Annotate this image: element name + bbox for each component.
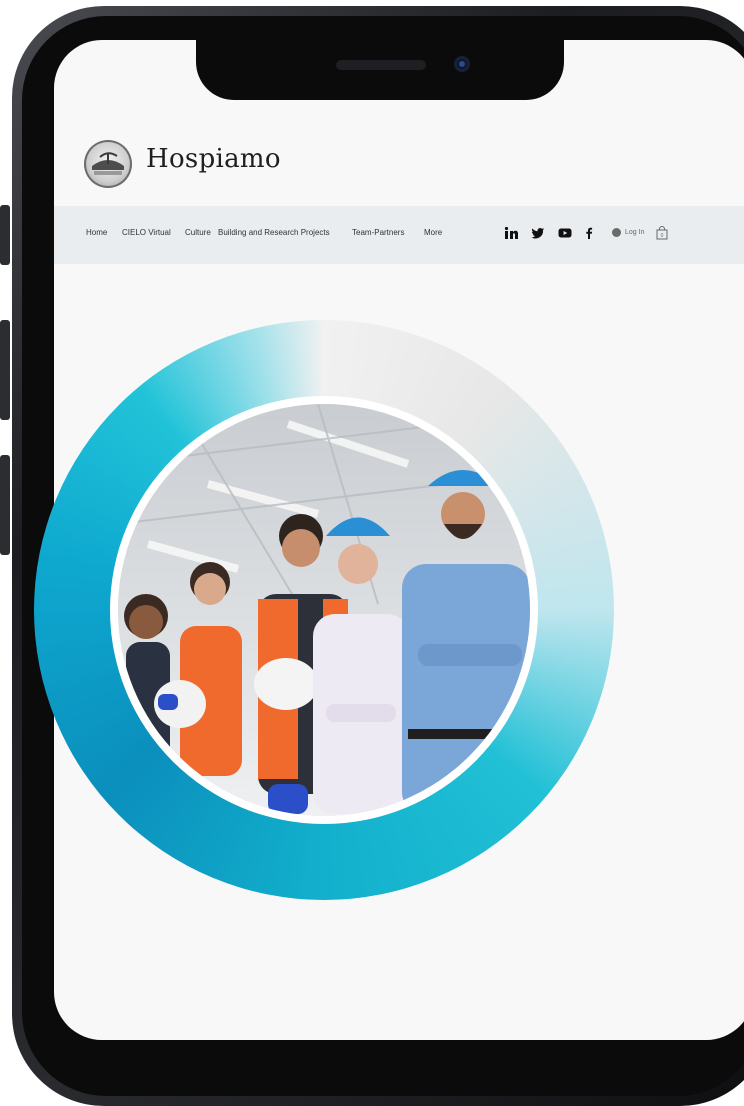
youtube-icon[interactable] [558,226,572,240]
nav-item-building-research[interactable]: Building and Research Projects [218,228,330,237]
team-of-workers-photo [118,404,530,816]
shopping-bag-icon: 0 [656,226,668,240]
nav-item-team-partners[interactable]: Team-Partners [352,228,404,237]
main-navigation: Home CIELO Virtual Culture Building and … [54,206,744,264]
phone-volume-down-button [0,455,10,555]
cart-count: 0 [661,233,664,239]
nav-item-cielo-virtual[interactable]: CIELO Virtual [122,228,171,237]
twitter-icon[interactable] [531,226,545,240]
site-header: Hospiamo [54,100,744,205]
hospiamo-logo-icon[interactable] [84,140,132,188]
user-avatar-icon [612,228,621,237]
facebook-icon[interactable] [582,226,596,240]
phone-notch [196,40,564,100]
site-brand-name[interactable]: Hospiamo [146,144,281,174]
nav-item-home[interactable]: Home [86,228,107,237]
login-label: Log In [625,229,645,236]
nav-item-culture[interactable]: Culture [185,228,211,237]
front-camera-icon [454,56,470,72]
nav-item-more[interactable]: More [424,228,442,237]
phone-volume-up-button [0,320,10,420]
linkedin-icon[interactable] [504,226,518,240]
login-button[interactable]: Log In [612,228,644,237]
speaker-grille [336,60,426,70]
cart-button[interactable]: 0 [656,226,668,245]
phone-side-button-top [0,205,10,265]
